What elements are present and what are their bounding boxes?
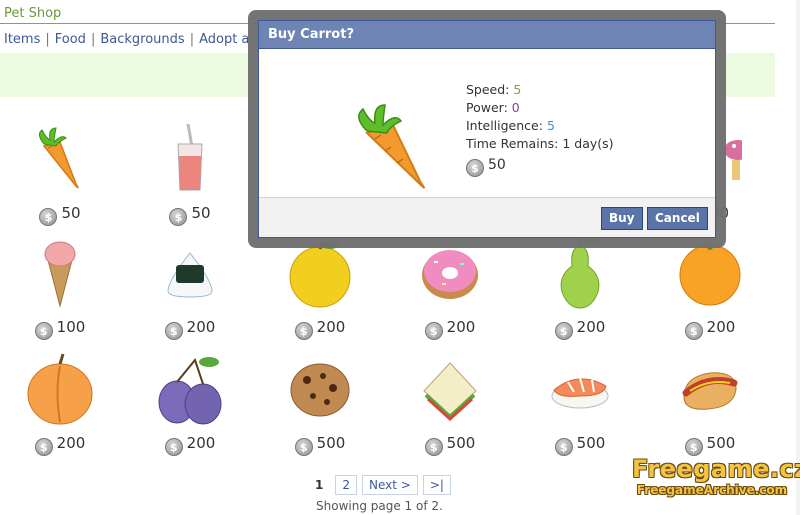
item-price: $500: [520, 434, 640, 456]
coin-icon: $: [554, 438, 573, 456]
shop-item[interactable]: $500: [650, 348, 770, 458]
item-price: $100: [0, 318, 120, 340]
item-price: $50: [130, 204, 250, 226]
plums-icon: [130, 348, 250, 430]
page-current: 1: [308, 475, 331, 495]
shop-item[interactable]: $50: [130, 118, 250, 228]
coin-icon: $: [466, 159, 484, 177]
item-price: $500: [260, 434, 380, 456]
carrot-icon: [0, 118, 120, 200]
shop-item[interactable]: $200: [0, 348, 120, 458]
item-price: $200: [0, 434, 120, 456]
peach-icon: [0, 348, 120, 430]
coin-icon: $: [424, 322, 443, 340]
shop-item[interactable]: $200: [390, 232, 510, 342]
dialog-footer: Buy Cancel: [259, 197, 715, 237]
speed-stat: Speed: 5: [466, 82, 522, 97]
watermark-sub: FreegameArchive.com: [636, 483, 788, 497]
next-page-link[interactable]: Next >: [362, 475, 418, 495]
hot-dog-icon: [650, 348, 770, 430]
nav-items-link[interactable]: Items: [4, 32, 40, 47]
shop-item[interactable]: $500: [520, 348, 640, 458]
coin-icon: $: [294, 438, 313, 456]
coin-icon: $: [424, 438, 443, 456]
shop-item[interactable]: $200: [130, 232, 250, 342]
intelligence-stat: Intelligence: 5: [466, 118, 555, 133]
item-price: $200: [650, 318, 770, 340]
dialog-title: Buy Carrot?: [259, 21, 715, 49]
item-price: $200: [130, 434, 250, 456]
coin-icon: $: [169, 208, 188, 226]
onigiri-icon: [130, 232, 250, 314]
coin-icon: $: [34, 322, 53, 340]
cookie-icon: [260, 348, 380, 430]
coin-icon: $: [39, 208, 58, 226]
pagination-status: Showing page 1 of 2.: [316, 499, 443, 513]
coin-icon: $: [554, 322, 573, 340]
shop-item[interactable]: $100: [0, 232, 120, 342]
dialog-body: Speed: 5 Power: 0 Intelligence: 5 Time R…: [259, 49, 715, 197]
coin-icon: $: [684, 438, 703, 456]
last-page-link[interactable]: >|: [422, 475, 451, 495]
shop-item[interactable]: $200: [650, 232, 770, 342]
page-edge: [796, 0, 800, 515]
item-price: $500: [650, 434, 770, 456]
shop-item[interactable]: $50: [0, 118, 120, 228]
time-remains-value: 1 day(s): [562, 136, 614, 151]
category-nav: Items | Food | Backgrounds | Adopt a: [4, 32, 250, 47]
watermark-main: Freegame.cz: [632, 455, 800, 483]
shop-item[interactable]: $500: [390, 348, 510, 458]
item-stats: Speed: 5 Power: 0 Intelligence: 5 Time R…: [466, 81, 614, 177]
coin-icon: $: [294, 322, 313, 340]
coin-icon: $: [164, 322, 183, 340]
speed-value: 5: [513, 82, 522, 97]
power-value: 0: [511, 100, 520, 115]
watermark: Freegame.cz FreegameArchive.com: [632, 455, 800, 497]
nav-food-link[interactable]: Food: [55, 32, 86, 47]
pagination: 1 2 Next > >|: [308, 475, 451, 495]
coin-icon: $: [34, 438, 53, 456]
item-price: $50: [0, 204, 120, 226]
app-title: Pet Shop: [4, 6, 62, 21]
carrot-icon: [345, 99, 445, 199]
page-2-link[interactable]: 2: [335, 475, 357, 495]
time-remains-stat: Time Remains: 1 day(s): [466, 136, 614, 151]
shop-item[interactable]: $500: [260, 348, 380, 458]
shop-item[interactable]: $200: [130, 348, 250, 458]
nav-backgrounds-link[interactable]: Backgrounds: [100, 32, 184, 47]
sandwich-icon: [390, 348, 510, 430]
intelligence-value: 5: [546, 118, 555, 133]
item-price: $200: [260, 318, 380, 340]
coin-icon: $: [164, 438, 183, 456]
item-price: $200: [390, 318, 510, 340]
item-cost: $50: [466, 156, 614, 177]
item-price: $200: [520, 318, 640, 340]
shop-item[interactable]: $200: [520, 232, 640, 342]
item-price: $500: [390, 434, 510, 456]
juice-glass-icon: [130, 118, 250, 200]
salmon-sushi-icon: [520, 348, 640, 430]
ice-cream-cone-icon: [0, 232, 120, 314]
buy-button[interactable]: Buy: [601, 207, 643, 230]
shop-item[interactable]: $200: [260, 232, 380, 342]
power-stat: Power: 0: [466, 100, 520, 115]
item-price: $200: [130, 318, 250, 340]
nav-adopt-link[interactable]: Adopt a: [199, 32, 249, 47]
coin-icon: $: [684, 322, 703, 340]
buy-dialog: Buy Carrot? Speed: 5 Power: 0 Intelligen…: [258, 20, 716, 238]
cancel-button[interactable]: Cancel: [647, 207, 708, 230]
